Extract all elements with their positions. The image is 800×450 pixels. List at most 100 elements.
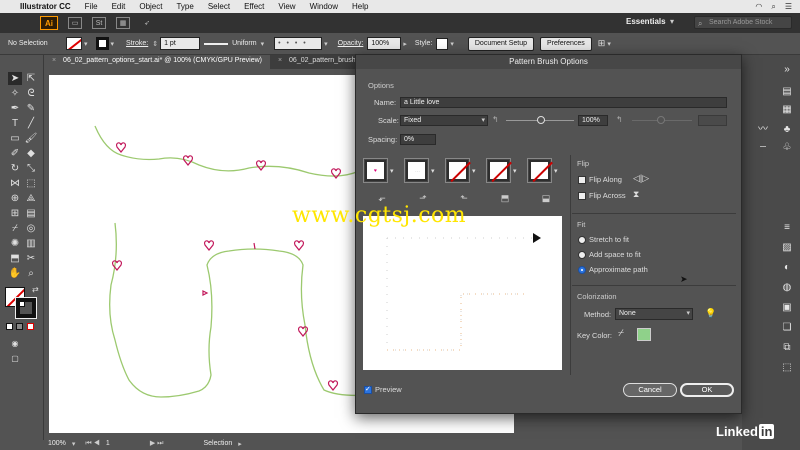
artboard-number[interactable]: 1	[106, 440, 110, 447]
chevron-down-icon[interactable]: ▾	[513, 167, 517, 175]
gradient-tool-icon[interactable]: ▤	[24, 207, 38, 220]
type-tool-icon[interactable]: T	[8, 117, 22, 130]
gradient-mode-icon[interactable]	[16, 323, 23, 330]
spacing-input[interactable]: 0%	[400, 134, 436, 145]
shape-builder-tool-icon[interactable]: ⊕	[8, 192, 22, 205]
arrange-documents-icon[interactable]: ▦	[116, 17, 130, 29]
stroke-swatch[interactable]	[95, 37, 109, 50]
symbols-icon[interactable]: ♧	[780, 141, 794, 154]
search-stock-field[interactable]: ⌕ Search Adobe Stock	[694, 16, 792, 29]
magic-wand-tool-icon[interactable]: ✧	[8, 87, 22, 100]
eyedropper-icon[interactable]: ⌿	[618, 328, 624, 339]
next-artboard-icon[interactable]: ▶ ⏭	[150, 439, 164, 448]
scale-slider-thumb[interactable]	[537, 116, 545, 124]
menu-help[interactable]: Help	[345, 2, 375, 11]
rotate-tool-icon[interactable]: ↻	[8, 162, 22, 175]
profile-chevron-icon[interactable]: ▾	[261, 40, 265, 48]
workspace-chevron-icon[interactable]: ▾	[670, 17, 674, 26]
outer-corner-tile-selector[interactable]: ⋯	[404, 158, 429, 183]
menu-select[interactable]: Select	[201, 2, 237, 11]
zoom-chevron-icon[interactable]: ▾	[72, 440, 76, 448]
flip-across-checkbox[interactable]	[578, 192, 586, 200]
scale-link-icon[interactable]: ↰	[616, 115, 623, 124]
stroke-label[interactable]: Stroke:	[126, 40, 148, 47]
panel-collapse-icon[interactable]: »	[780, 63, 794, 76]
document-setup-button[interactable]: Document Setup	[467, 36, 535, 51]
tab-pattern-options[interactable]: × 06_02_pattern_options_start.ai* @ 100%…	[44, 55, 270, 69]
method-select[interactable]: None ▾	[615, 308, 693, 320]
fit-approximate-radio[interactable]	[578, 266, 586, 274]
none-mode-icon[interactable]	[27, 323, 34, 330]
perspective-grid-tool-icon[interactable]: ⟁	[24, 192, 38, 205]
scale-value-input[interactable]: 100%	[578, 115, 608, 126]
asset-export-icon[interactable]: ⬚	[780, 361, 794, 374]
menu-effect[interactable]: Effect	[237, 2, 271, 11]
close-icon[interactable]: ×	[52, 57, 56, 64]
gradient-panel-icon[interactable]: ▨	[780, 241, 794, 254]
inner-corner-tile-selector[interactable]	[445, 158, 470, 183]
lasso-tool-icon[interactable]: ᘓ	[24, 87, 38, 100]
paintbrush-tool-icon[interactable]: 🖌	[24, 132, 38, 145]
shaper-tool-icon[interactable]: ✐	[8, 147, 22, 160]
mesh-tool-icon[interactable]: ⊞	[8, 207, 22, 220]
eyedropper-tool-icon[interactable]: ⌿	[8, 222, 22, 235]
slice-tool-icon[interactable]: ✂	[24, 252, 38, 265]
menu-view[interactable]: View	[271, 2, 302, 11]
brush-chevron-icon[interactable]: ▾	[324, 40, 328, 48]
scale-tool-icon[interactable]: ⤡	[24, 162, 38, 175]
layers-icon[interactable]: ❏	[780, 321, 794, 334]
direct-selection-tool-icon[interactable]: ⇱	[24, 72, 38, 85]
swap-colors-icon[interactable]: ⇄	[32, 285, 39, 294]
fit-add-space-radio[interactable]	[578, 251, 586, 259]
swatches-icon[interactable]: ▦	[780, 103, 794, 116]
menu-app-name[interactable]: Illustrator CC	[14, 2, 78, 11]
rectangle-tool-icon[interactable]: ▭	[8, 132, 22, 145]
stroke-panel-icon[interactable]: ≡	[780, 221, 794, 234]
chevron-down-icon[interactable]: ▾	[472, 167, 476, 175]
screen-mode-icon[interactable]: ▢	[8, 352, 22, 365]
arrange-chevron-icon[interactable]: ▾	[607, 40, 611, 48]
scale-mode-select[interactable]: Fixed ▾	[400, 115, 488, 126]
key-color-swatch[interactable]	[637, 328, 651, 341]
name-input[interactable]: a Little love	[400, 97, 727, 108]
flip-along-checkbox[interactable]	[578, 176, 586, 184]
start-tile-selector[interactable]	[486, 158, 511, 183]
wifi-icon[interactable]: ◠	[755, 2, 762, 12]
hand-tool-icon[interactable]: ✋	[8, 267, 22, 280]
transparency-icon[interactable]: ◐	[780, 261, 794, 274]
menu-edit[interactable]: Edit	[105, 2, 133, 11]
draw-normal-icon[interactable]: ◉	[8, 337, 22, 350]
artboard-tool-icon[interactable]: ⬒	[8, 252, 22, 265]
menu-type[interactable]: Type	[169, 2, 200, 11]
line-tool-icon[interactable]: ╱	[24, 117, 38, 130]
chevron-down-icon[interactable]: ▾	[431, 167, 435, 175]
selection-tool-icon[interactable]: ➤	[8, 72, 22, 85]
profile-dropdown[interactable]: Uniform	[232, 40, 257, 47]
bridge-icon[interactable]: ▭	[68, 17, 82, 29]
close-icon[interactable]: ×	[278, 57, 282, 64]
ok-button[interactable]: OK	[680, 383, 734, 397]
chevron-down-icon[interactable]: ▾	[390, 167, 394, 175]
tips-bulb-icon[interactable]: 💡	[705, 308, 716, 319]
style-chevron-icon[interactable]: ▾	[450, 40, 454, 48]
pen-tool-icon[interactable]: ✒	[8, 102, 22, 115]
fit-stretch-radio[interactable]	[578, 236, 586, 244]
fill-swatch[interactable]	[66, 37, 82, 50]
zoom-tool-icon[interactable]: ⌕	[24, 267, 38, 280]
brushes-icon[interactable]: ♣	[780, 123, 794, 136]
brush-stroke-icon[interactable]: 〰	[756, 123, 770, 136]
stroke-weight-field[interactable]: 1 pt	[160, 37, 201, 50]
preview-checkbox[interactable]	[364, 385, 372, 394]
arrange-icon[interactable]: ⊞	[598, 38, 606, 49]
graphic-styles-icon[interactable]: ▣	[780, 301, 794, 314]
end-tile-selector[interactable]	[527, 158, 552, 183]
workspace-switcher[interactable]: Essentials	[626, 17, 666, 26]
symbol-sprayer-tool-icon[interactable]: ✺	[8, 237, 22, 250]
free-transform-tool-icon[interactable]: ⬚	[24, 177, 38, 190]
stroke-stepper-icon[interactable]: ⇕	[152, 40, 158, 48]
artboards-icon[interactable]: ⧉	[780, 341, 794, 354]
menu-window[interactable]: Window	[303, 2, 345, 11]
opacity-field[interactable]: 100%	[367, 37, 402, 50]
menu-object[interactable]: Object	[132, 2, 169, 11]
stock-icon[interactable]: St	[92, 17, 106, 29]
